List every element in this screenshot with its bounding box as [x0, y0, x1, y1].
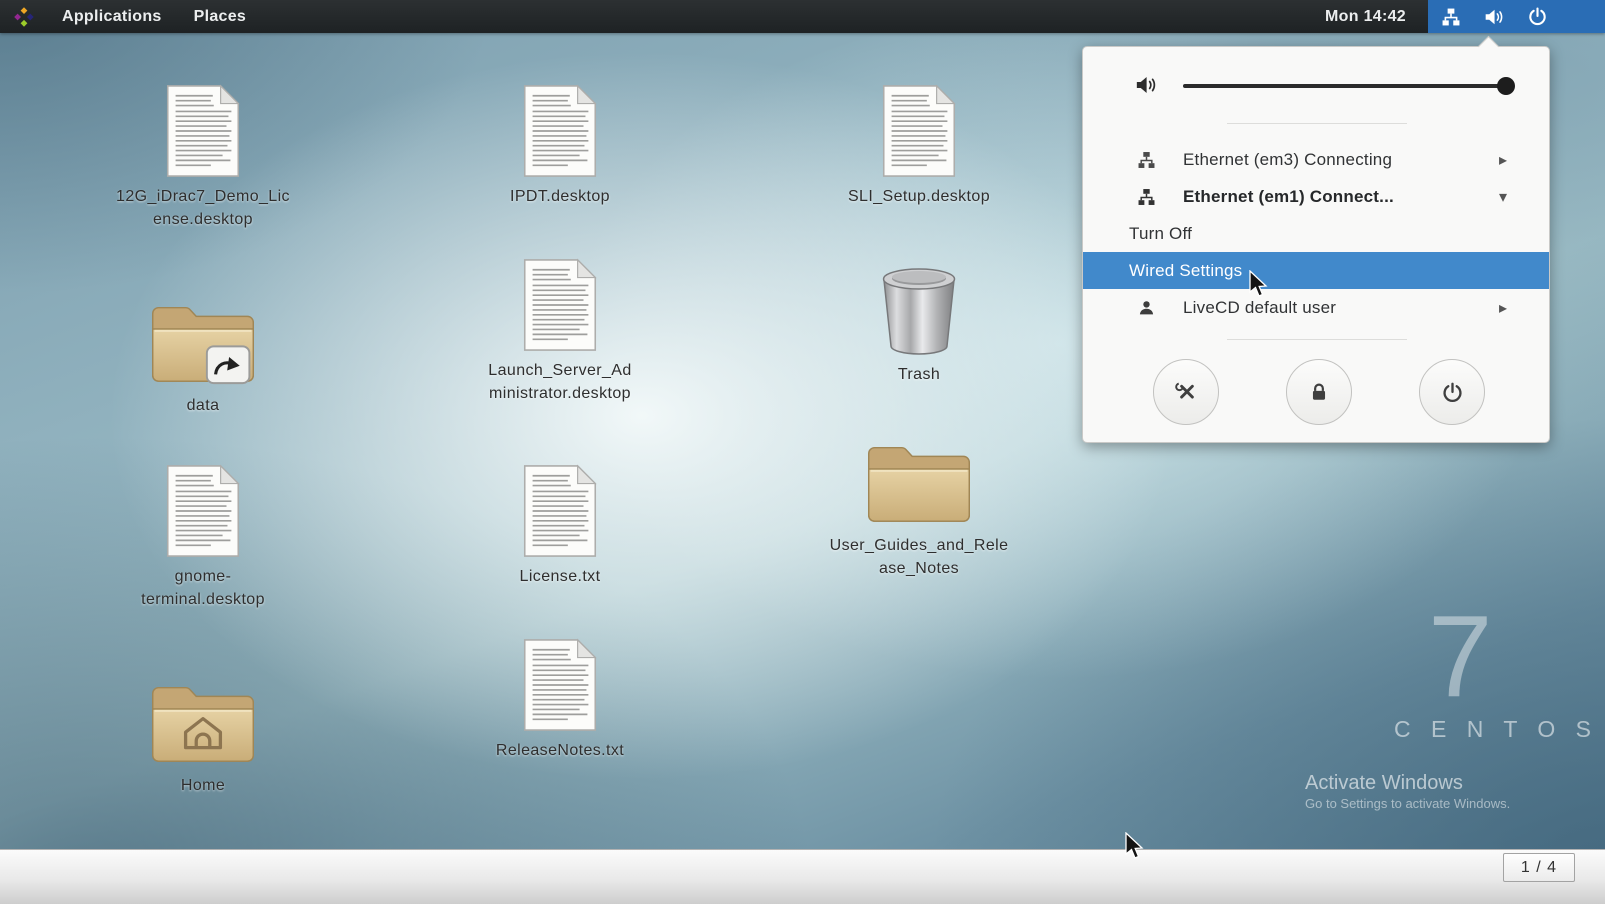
- folder-shortcut-icon: [145, 298, 261, 387]
- chevron-right-icon: ▸: [1499, 150, 1507, 170]
- workspace-indicator[interactable]: 1 / 4: [1503, 853, 1575, 882]
- places-menu[interactable]: Places: [178, 0, 263, 33]
- menu-action-buttons: [1083, 359, 1549, 425]
- document-icon: [153, 84, 253, 178]
- network-icon[interactable]: [1442, 8, 1460, 26]
- menu-item-turn-off[interactable]: Turn Off: [1083, 215, 1549, 252]
- chevron-right-icon: ▸: [1499, 298, 1507, 318]
- volume-row: [1083, 61, 1549, 111]
- document-icon: [153, 464, 253, 558]
- network-wired-icon: [1135, 188, 1157, 205]
- power-icon: [1442, 382, 1463, 403]
- centos-watermark-brand: C E N T O S: [1394, 716, 1598, 743]
- menu-item-label: Turn Off: [1129, 224, 1192, 244]
- volume-icon[interactable]: [1484, 8, 1504, 26]
- desktop-icon-home[interactable]: Home: [110, 678, 296, 798]
- window-list-bar: 1 / 4: [0, 849, 1605, 904]
- menu-item-label: Ethernet (em1) Connect...: [1183, 187, 1394, 207]
- menu-item-ethernet-em1[interactable]: Ethernet (em1) Connect... ▾: [1083, 178, 1549, 215]
- desktop-icon-user-guides-folder[interactable]: User_Guides_and_Release_Notes: [826, 438, 1012, 580]
- menu-pointer-arrow: [1478, 36, 1499, 57]
- lock-button[interactable]: [1286, 359, 1352, 425]
- system-tray[interactable]: [1428, 0, 1605, 33]
- network-wired-icon: [1135, 151, 1157, 168]
- folder-icon: [861, 438, 977, 527]
- applications-menu[interactable]: Applications: [46, 0, 178, 33]
- home-folder-icon: [145, 678, 261, 767]
- document-icon: [510, 464, 610, 558]
- menu-item-livecd-user[interactable]: LiveCD default user ▸: [1083, 289, 1549, 326]
- desktop-icon-label: User_Guides_and_Release_Notes: [829, 535, 1009, 580]
- document-icon: [510, 84, 610, 178]
- desktop: 7 C E N T O S Activate Windows Go to Set…: [0, 0, 1605, 904]
- desktop-icon-label: License.txt: [520, 566, 601, 589]
- settings-tools-icon: [1175, 381, 1197, 403]
- menu-item-ethernet-em3[interactable]: Ethernet (em3) Connecting ▸: [1083, 141, 1549, 178]
- settings-button[interactable]: [1153, 359, 1219, 425]
- menu-item-label: Ethernet (em3) Connecting: [1183, 150, 1392, 170]
- desktop-icon-license-txt[interactable]: License.txt: [467, 464, 653, 589]
- document-icon: [510, 258, 610, 352]
- chevron-down-icon: ▾: [1499, 187, 1507, 207]
- desktop-icon-label: SLI_Setup.desktop: [848, 186, 990, 209]
- power-icon[interactable]: [1528, 7, 1547, 26]
- desktop-icon-idrac-license[interactable]: 12G_iDrac7_Demo_License.desktop: [110, 84, 296, 231]
- document-icon: [869, 84, 969, 178]
- desktop-icon-label: 12G_iDrac7_Demo_License.desktop: [113, 186, 293, 231]
- mouse-cursor: [1124, 832, 1146, 862]
- menu-item-label: Wired Settings: [1129, 261, 1242, 281]
- desktop-icon-label: gnome-terminal.desktop: [124, 566, 282, 611]
- system-status-menu: Ethernet (em3) Connecting ▸ Ethernet (em…: [1082, 46, 1550, 443]
- clock[interactable]: Mon 14:42: [1325, 8, 1406, 26]
- centos-logo-icon: [14, 7, 34, 27]
- menu-item-wired-settings[interactable]: Wired Settings: [1083, 252, 1549, 289]
- desktop-icon-sli-setup[interactable]: SLI_Setup.desktop: [826, 84, 1012, 209]
- speaker-icon: [1135, 75, 1157, 95]
- volume-slider[interactable]: [1183, 84, 1511, 88]
- desktop-icon-label: data: [187, 395, 220, 418]
- mouse-cursor: [1248, 270, 1270, 300]
- document-icon: [510, 638, 610, 732]
- activate-windows-subtext: Go to Settings to activate Windows.: [1305, 796, 1510, 811]
- desktop-icon-label: Launch_Server_Administrator.desktop: [484, 360, 636, 405]
- desktop-icon-label: Home: [181, 775, 225, 798]
- desktop-icon-label: Trash: [898, 364, 940, 387]
- volume-slider-knob[interactable]: [1497, 77, 1515, 95]
- user-icon: [1135, 299, 1157, 316]
- desktop-icon-trash[interactable]: Trash: [826, 264, 1012, 387]
- centos-watermark-seven: 7: [1428, 598, 1493, 714]
- top-bar: Applications Places Mon 14:42: [0, 0, 1605, 33]
- trash-icon: [874, 264, 964, 356]
- menu-divider: [1227, 123, 1407, 124]
- desktop-icon-ipdt[interactable]: IPDT.desktop: [467, 84, 653, 209]
- menu-divider: [1227, 339, 1407, 340]
- activate-windows-text: Activate Windows: [1305, 772, 1463, 795]
- desktop-icon-gnome-terminal[interactable]: gnome-terminal.desktop: [110, 464, 296, 611]
- menu-item-label: LiveCD default user: [1183, 298, 1336, 318]
- power-button[interactable]: [1419, 359, 1485, 425]
- desktop-icon-releasenotes-txt[interactable]: ReleaseNotes.txt: [467, 638, 653, 763]
- desktop-icon-label: ReleaseNotes.txt: [496, 740, 624, 763]
- desktop-icon-launch-server-admin[interactable]: Launch_Server_Administrator.desktop: [467, 258, 653, 405]
- desktop-icon-data-folder[interactable]: data: [110, 298, 296, 418]
- desktop-icon-label: IPDT.desktop: [510, 186, 610, 209]
- lock-icon: [1308, 381, 1330, 403]
